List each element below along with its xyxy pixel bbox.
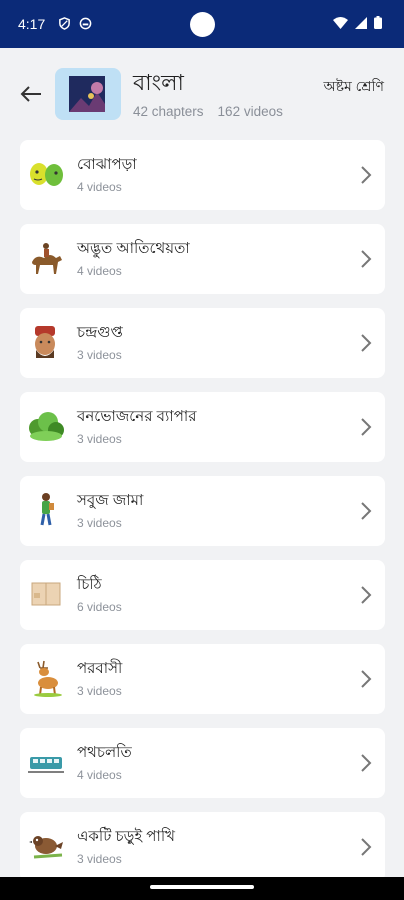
home-indicator[interactable]	[150, 885, 254, 889]
child-icon	[40, 493, 54, 526]
chapter-title: একটি চড়ুই পাখি	[77, 828, 175, 845]
chevron-right-icon	[361, 670, 372, 688]
chapter-card[interactable]: পরবাসী 3 videos	[20, 644, 385, 714]
shield-icon	[58, 17, 71, 35]
chapter-video-count: 4 videos	[77, 768, 122, 782]
chapter-video-count: 3 videos	[77, 348, 122, 362]
video-count: 162 videos	[217, 104, 283, 119]
chapter-card[interactable]: বোঝাপড়া 4 videos	[20, 140, 385, 210]
chevron-right-icon	[361, 586, 372, 604]
subject-thumbnail	[55, 68, 121, 120]
sparrow-icon	[29, 836, 63, 859]
bush-icon	[29, 412, 64, 441]
chapter-card[interactable]: অদ্ভুত আতিথেয়তা 4 videos	[20, 224, 385, 294]
chapter-card[interactable]: পথচলতি 4 videos	[20, 728, 385, 798]
wifi-icon	[333, 16, 348, 29]
chevron-right-icon	[361, 838, 372, 856]
chapter-video-count: 6 videos	[77, 600, 122, 614]
chevron-right-icon	[361, 418, 372, 436]
status-time: 4:17	[18, 16, 46, 32]
train-icon	[28, 757, 64, 773]
chapter-video-count: 3 videos	[77, 516, 122, 530]
navigation-bar	[0, 877, 404, 900]
chapter-title: পরবাসী	[77, 660, 123, 677]
chapter-count: 42 chapters	[133, 104, 204, 119]
battery-icon	[374, 16, 382, 29]
envelope-icon	[31, 582, 61, 606]
chapter-video-count: 3 videos	[77, 852, 122, 866]
chevron-right-icon	[361, 250, 372, 268]
class-label: অষ্টম শ্রেণি	[323, 78, 384, 94]
chapter-video-count: 4 videos	[77, 180, 122, 194]
page-title: বাংলা	[133, 70, 184, 95]
app-notification-icon	[79, 17, 92, 35]
chevron-right-icon	[361, 166, 372, 184]
chapter-video-count: 3 videos	[77, 684, 122, 698]
chapter-list: বোঝাপড়া 4 videos অদ্ভুত আতিথেয়তা 4 vid…	[20, 140, 385, 896]
chapter-title: সবুজ জামা	[77, 492, 144, 509]
signal-icon	[355, 16, 367, 29]
camera-cutout	[190, 12, 215, 37]
chapter-card[interactable]: বনভোজনের ব্যাপার 3 videos	[20, 392, 385, 462]
two-faces-icon	[30, 163, 63, 186]
subject-header: বাংলা 42 chapters 162 videos অষ্টম শ্রেণ…	[0, 48, 404, 132]
chapter-video-count: 3 videos	[77, 432, 122, 446]
chapter-card[interactable]: চন্দ্রগুপ্ত 3 videos	[20, 308, 385, 378]
chevron-right-icon	[361, 754, 372, 772]
king-portrait-icon	[35, 326, 55, 358]
chapter-title: পথচলতি	[77, 744, 132, 761]
chapter-card[interactable]: একটি চড়ুই পাখি 3 videos	[20, 812, 385, 882]
chapter-title: বনভোজনের ব্যাপার	[77, 408, 197, 425]
arrow-left-icon	[20, 86, 41, 102]
deer-icon	[34, 660, 62, 697]
chevron-right-icon	[361, 502, 372, 520]
chapter-title: বোঝাপড়া	[77, 156, 137, 173]
camel-rider-icon	[32, 243, 62, 274]
chapter-title: অদ্ভুত আতিথেয়তা	[77, 240, 190, 257]
chevron-right-icon	[361, 334, 372, 352]
back-button[interactable]	[17, 82, 47, 106]
status-bar: 4:17	[0, 0, 404, 48]
chapter-video-count: 4 videos	[77, 264, 122, 278]
chapter-card[interactable]: চিঠি 6 videos	[20, 560, 385, 630]
chapter-card[interactable]: সবুজ জামা 3 videos	[20, 476, 385, 546]
chapter-title: চন্দ্রগুপ্ত	[77, 324, 123, 341]
chapter-title: চিঠি	[77, 576, 102, 593]
